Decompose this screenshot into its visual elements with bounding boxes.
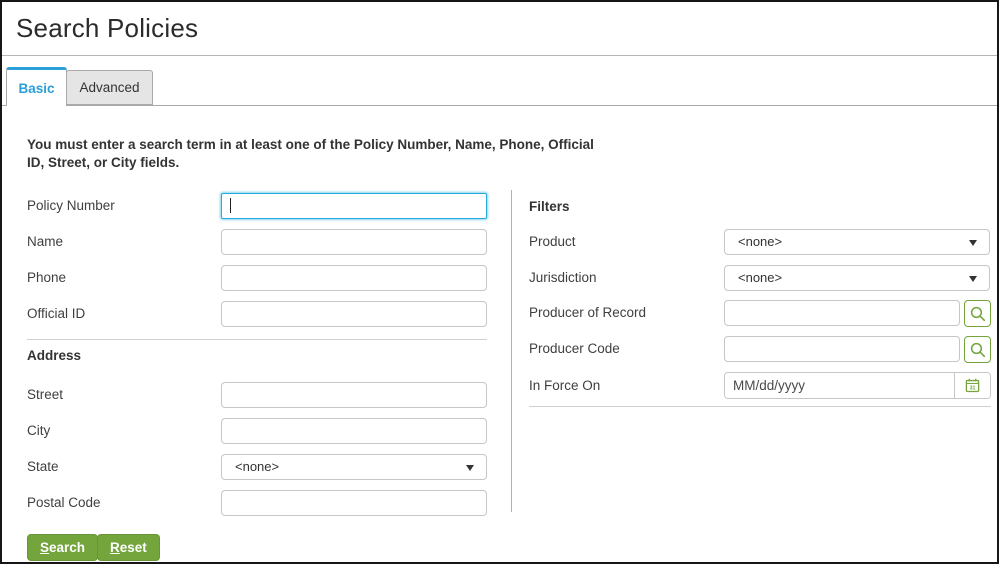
state-label: State — [27, 459, 59, 474]
tab-basic-label: Basic — [18, 80, 55, 96]
postal-code-input[interactable] — [221, 490, 487, 516]
address-header: Address — [27, 348, 82, 363]
name-label: Name — [27, 234, 64, 249]
filters-header: Filters — [529, 199, 570, 214]
page-title: Search Policies — [16, 13, 199, 43]
product-label: Product — [529, 234, 576, 249]
policy-number-input[interactable] — [221, 193, 487, 219]
official-id-input[interactable] — [221, 301, 487, 327]
jurisdiction-label: Jurisdiction — [529, 270, 597, 285]
search-icon — [970, 342, 985, 357]
tab-advanced-label: Advanced — [79, 80, 140, 95]
column-divider — [511, 190, 512, 512]
text-cursor — [230, 198, 231, 213]
state-select[interactable]: <none> — [221, 454, 487, 480]
reset-button[interactable]: Reset — [97, 534, 160, 561]
search-button-label: Search — [40, 540, 86, 555]
in-force-on-field: 31 — [724, 372, 991, 399]
product-select[interactable]: <none> — [724, 229, 990, 255]
caret-down-icon — [969, 240, 977, 246]
producer-code-label: Producer Code — [529, 341, 620, 356]
in-force-on-label: In Force On — [529, 378, 601, 393]
city-label: City — [27, 423, 51, 438]
street-input[interactable] — [221, 382, 487, 408]
caret-down-icon — [466, 465, 474, 471]
policy-number-label: Policy Number — [27, 198, 115, 213]
in-force-on-input[interactable] — [725, 373, 954, 398]
search-policies-screen: Search Policies Basic Advanced You must … — [0, 0, 999, 564]
calendar-icon: 31 — [965, 378, 980, 393]
tabstrip-divider — [2, 105, 997, 106]
state-select-value: <none> — [235, 459, 280, 474]
postal-code-label: Postal Code — [27, 495, 101, 510]
producer-code-input[interactable] — [724, 336, 960, 362]
tab-basic[interactable]: Basic — [6, 67, 67, 106]
svg-text:31: 31 — [970, 386, 976, 392]
official-id-label: Official ID — [27, 306, 86, 321]
reset-button-label: Reset — [110, 540, 147, 555]
phone-input[interactable] — [221, 265, 487, 291]
jurisdiction-select-value: <none> — [738, 270, 783, 285]
caret-down-icon — [969, 276, 977, 282]
address-section-divider — [27, 339, 487, 340]
producer-code-search-button[interactable] — [964, 336, 991, 363]
street-label: Street — [27, 387, 64, 402]
filters-bottom-divider — [529, 406, 991, 407]
title-divider — [2, 55, 997, 56]
producer-of-record-label: Producer of Record — [529, 305, 647, 320]
in-force-on-calendar-button[interactable]: 31 — [954, 373, 990, 398]
jurisdiction-select[interactable]: <none> — [724, 265, 990, 291]
search-icon — [970, 306, 985, 321]
required-fields-message: You must enter a search term in at least… — [27, 137, 594, 170]
product-select-value: <none> — [738, 234, 783, 249]
producer-of-record-input[interactable] — [724, 300, 960, 326]
name-input[interactable] — [221, 229, 487, 255]
tab-advanced[interactable]: Advanced — [66, 70, 153, 105]
producer-of-record-search-button[interactable] — [964, 300, 991, 327]
phone-label: Phone — [27, 270, 67, 285]
search-button[interactable]: Search — [27, 534, 99, 561]
city-input[interactable] — [221, 418, 487, 444]
